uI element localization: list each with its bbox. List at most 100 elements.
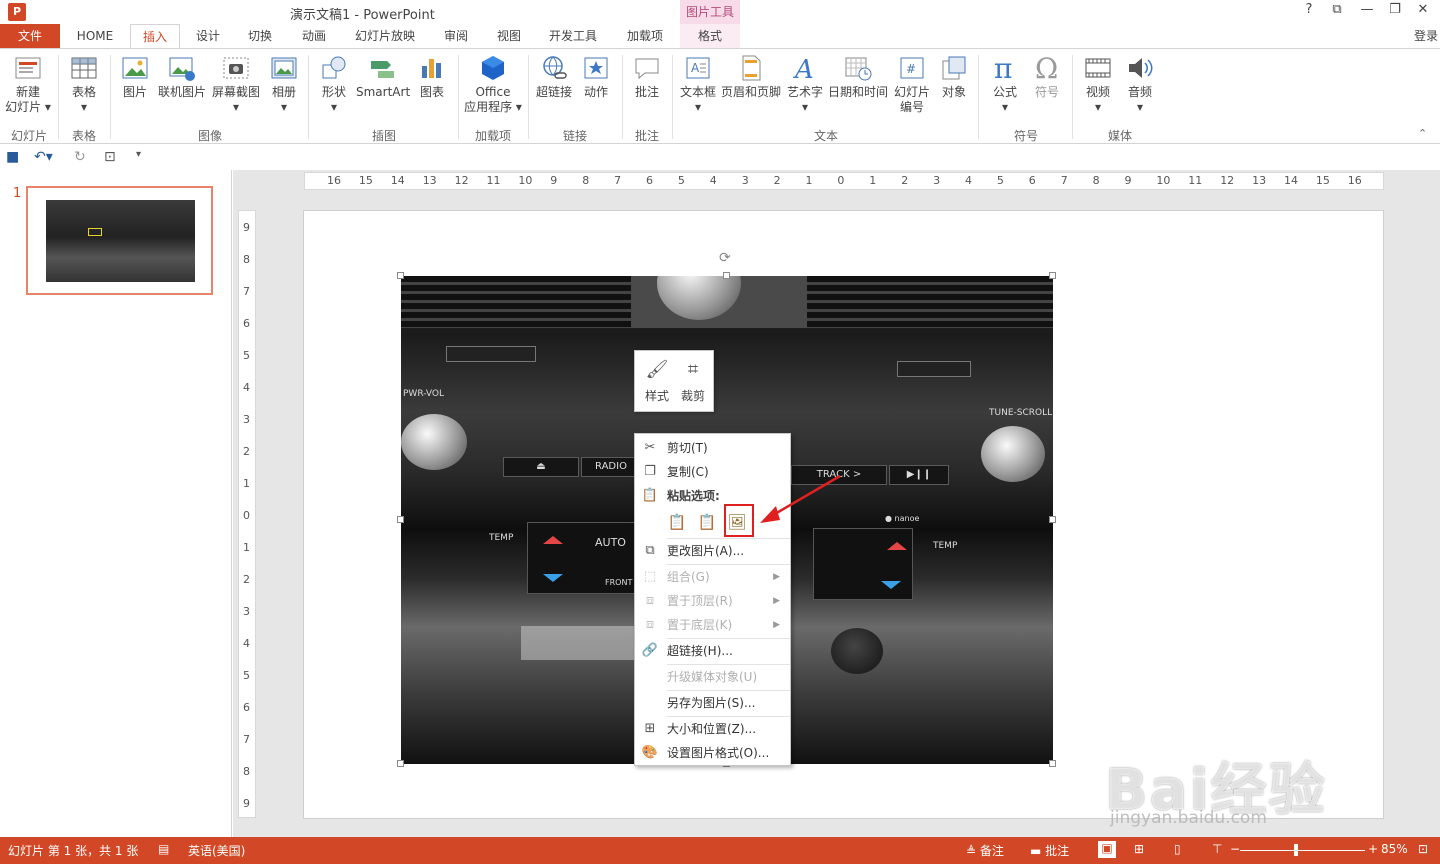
menu-cut[interactable]: ✂ 剪切(T) [635, 436, 790, 460]
ribbon-display-icon[interactable]: ⧉ [1326, 2, 1348, 17]
minimize-button[interactable]: — [1356, 2, 1378, 17]
menu-change-picture[interactable]: ⧉ 更改图片(A)... [635, 539, 790, 563]
picture-button[interactable]: 图片 [116, 53, 154, 100]
tab-insert[interactable]: 插入 [130, 24, 180, 48]
close-button[interactable]: ✕ [1412, 2, 1434, 17]
menu-format-picture[interactable]: 🎨 设置图片格式(O)... [635, 741, 790, 765]
tab-review[interactable]: 审阅 [434, 24, 478, 48]
object-icon [942, 56, 966, 80]
tab-file[interactable]: 文件 [0, 24, 60, 48]
online-pictures-button[interactable]: 联机图片 [156, 53, 208, 100]
menu-send-to-back[interactable]: ⧈ 置于底层(K) ▶ [635, 613, 790, 637]
ruler-tick-label: 8 [243, 253, 250, 266]
redo-icon[interactable]: ↻ [74, 149, 86, 165]
hyperlink-button[interactable]: 超链接 [534, 53, 574, 100]
ruler-tick-label: 14 [390, 174, 405, 187]
ruler-tick-label: 5 [677, 174, 685, 187]
zoom-in-icon[interactable]: + [1368, 842, 1378, 856]
tab-view[interactable]: 视图 [487, 24, 531, 48]
menu-bring-to-front[interactable]: ⧈ 置于顶层(R) ▶ [635, 589, 790, 613]
style-button[interactable]: 🖌 样式 [639, 359, 675, 404]
textbox-icon: A [686, 57, 710, 79]
tab-home[interactable]: HOME [66, 24, 124, 48]
comments-button[interactable]: ▬ 批注 [1030, 842, 1069, 859]
menu-size-position[interactable]: ⊞ 大小和位置(Z)... [635, 717, 790, 741]
sign-in-link[interactable]: 登录 [1414, 27, 1438, 44]
ruler-tick-label: 2 [901, 174, 909, 187]
ruler-tick-label: 5 [996, 174, 1004, 187]
ruler-tick-label: 2 [773, 174, 781, 187]
menu-group[interactable]: ⬚ 组合(G) ▶ [635, 565, 790, 589]
notes-button[interactable]: ≜ 备注 [966, 842, 1004, 859]
screenshot-button[interactable]: 屏幕截图 ▾ [210, 53, 262, 115]
customize-qat-icon[interactable]: ▾ [136, 149, 141, 160]
paste-keep-source-format-icon[interactable]: 📋 [695, 510, 719, 534]
resize-handle-bottom-right[interactable] [1049, 760, 1056, 767]
video-button[interactable]: 视频 ▾ [1078, 53, 1118, 115]
slide-sorter-view-icon[interactable]: ⊞ [1134, 842, 1144, 856]
zoom-slider-track[interactable] [1240, 850, 1365, 851]
slide-number-button[interactable]: # 幻灯片 编号 [890, 53, 934, 115]
vertical-ruler: 9 8 7 6 5 4 3 2 1 0 1 2 3 4 5 6 7 8 9 [238, 210, 256, 818]
svg-text:Ω: Ω [1035, 53, 1058, 83]
shapes-button[interactable]: 形状 ▾ [314, 53, 354, 115]
comment-button[interactable]: 批注 [628, 53, 666, 100]
object-button[interactable]: 对象 [936, 53, 972, 100]
normal-view-icon[interactable]: ▣ [1098, 841, 1116, 858]
equation-button[interactable]: π 公式 ▾ [984, 53, 1026, 115]
title-bar: P 演示文稿1 - PowerPoint 图片工具 ? ⧉ — ❐ ✕ [0, 0, 1440, 24]
ruler-tick-label: 0 [837, 174, 845, 187]
menu-hyperlink[interactable]: 🔗 超链接(H)... [635, 639, 790, 663]
date-time-button[interactable]: 日期和时间 [826, 53, 890, 100]
restore-button[interactable]: ❐ [1384, 2, 1406, 17]
menu-upgrade-media[interactable]: 升级媒体对象(U) [635, 665, 790, 689]
tab-design[interactable]: 设计 [186, 24, 230, 48]
action-button[interactable]: 动作 [578, 53, 614, 100]
new-slide-button[interactable]: 新建 幻灯片 ▾ [4, 53, 52, 115]
textbox-button[interactable]: A 文本框 ▾ [676, 53, 720, 115]
resize-handle-right[interactable] [1049, 516, 1056, 523]
crop-button[interactable]: ⌗ 裁剪 [675, 359, 711, 404]
tab-format[interactable]: 格式 [680, 24, 740, 48]
tab-developer[interactable]: 开发工具 [540, 24, 606, 48]
save-icon[interactable]: ■ [6, 149, 19, 165]
zoom-slider-thumb[interactable] [1294, 844, 1298, 856]
collapse-ribbon-icon[interactable]: ⌃ [1418, 127, 1427, 140]
wordart-button[interactable]: A 艺术字 ▾ [784, 53, 826, 115]
paste-use-destination-theme-icon[interactable]: 📋 [665, 510, 689, 534]
tab-slideshow[interactable]: 幻灯片放映 [346, 24, 424, 48]
slideshow-view-icon[interactable]: ⊤ [1212, 842, 1222, 856]
resize-handle-top-left[interactable] [397, 272, 404, 279]
slide-thumbnail[interactable] [26, 186, 213, 295]
zoom-out-icon[interactable]: − [1230, 842, 1240, 856]
audio-button[interactable]: 音频 ▾ [1120, 53, 1160, 115]
menu-save-as-picture[interactable]: 另存为图片(S)... [635, 691, 790, 715]
screenshot-icon [223, 57, 249, 79]
chart-button[interactable]: 图表 [414, 53, 450, 100]
undo-icon[interactable]: ↶▾ [34, 149, 53, 165]
help-icon[interactable]: ? [1298, 2, 1320, 17]
rotate-handle-icon[interactable]: ⟳ [719, 250, 731, 266]
tab-addins[interactable]: 加载项 [616, 24, 674, 48]
slideshow-from-start-icon[interactable]: ⊡ [104, 149, 116, 165]
ruler-tick-label: 16 [1347, 174, 1362, 187]
language-indicator[interactable]: 英语(美国) [188, 842, 245, 859]
zoom-level[interactable]: 85% [1381, 842, 1408, 856]
ruler-tick-label: 6 [243, 317, 250, 330]
smartart-button[interactable]: SmartArt [356, 53, 410, 100]
resize-handle-top-right[interactable] [1049, 272, 1056, 279]
fit-to-window-icon[interactable]: ⊡ [1418, 842, 1428, 856]
header-footer-button[interactable]: 页眉和页脚 [720, 53, 782, 100]
tab-transitions[interactable]: 切换 [238, 24, 282, 48]
office-apps-button[interactable]: Office 应用程序 ▾ [462, 53, 524, 115]
resize-handle-top[interactable] [723, 272, 730, 279]
reading-view-icon[interactable]: ▯ [1174, 842, 1181, 856]
symbol-button[interactable]: Ω 符号 [1026, 53, 1068, 100]
tab-animations[interactable]: 动画 [291, 24, 337, 48]
photo-album-button[interactable]: 相册 ▾ [264, 53, 304, 115]
resize-handle-left[interactable] [397, 516, 404, 523]
spelling-check-icon[interactable]: ▤ [158, 842, 169, 856]
play-pause-button: ▶❙❙ [889, 465, 949, 485]
table-button[interactable]: 表格 ▾ [64, 53, 104, 115]
resize-handle-bottom-left[interactable] [397, 760, 404, 767]
